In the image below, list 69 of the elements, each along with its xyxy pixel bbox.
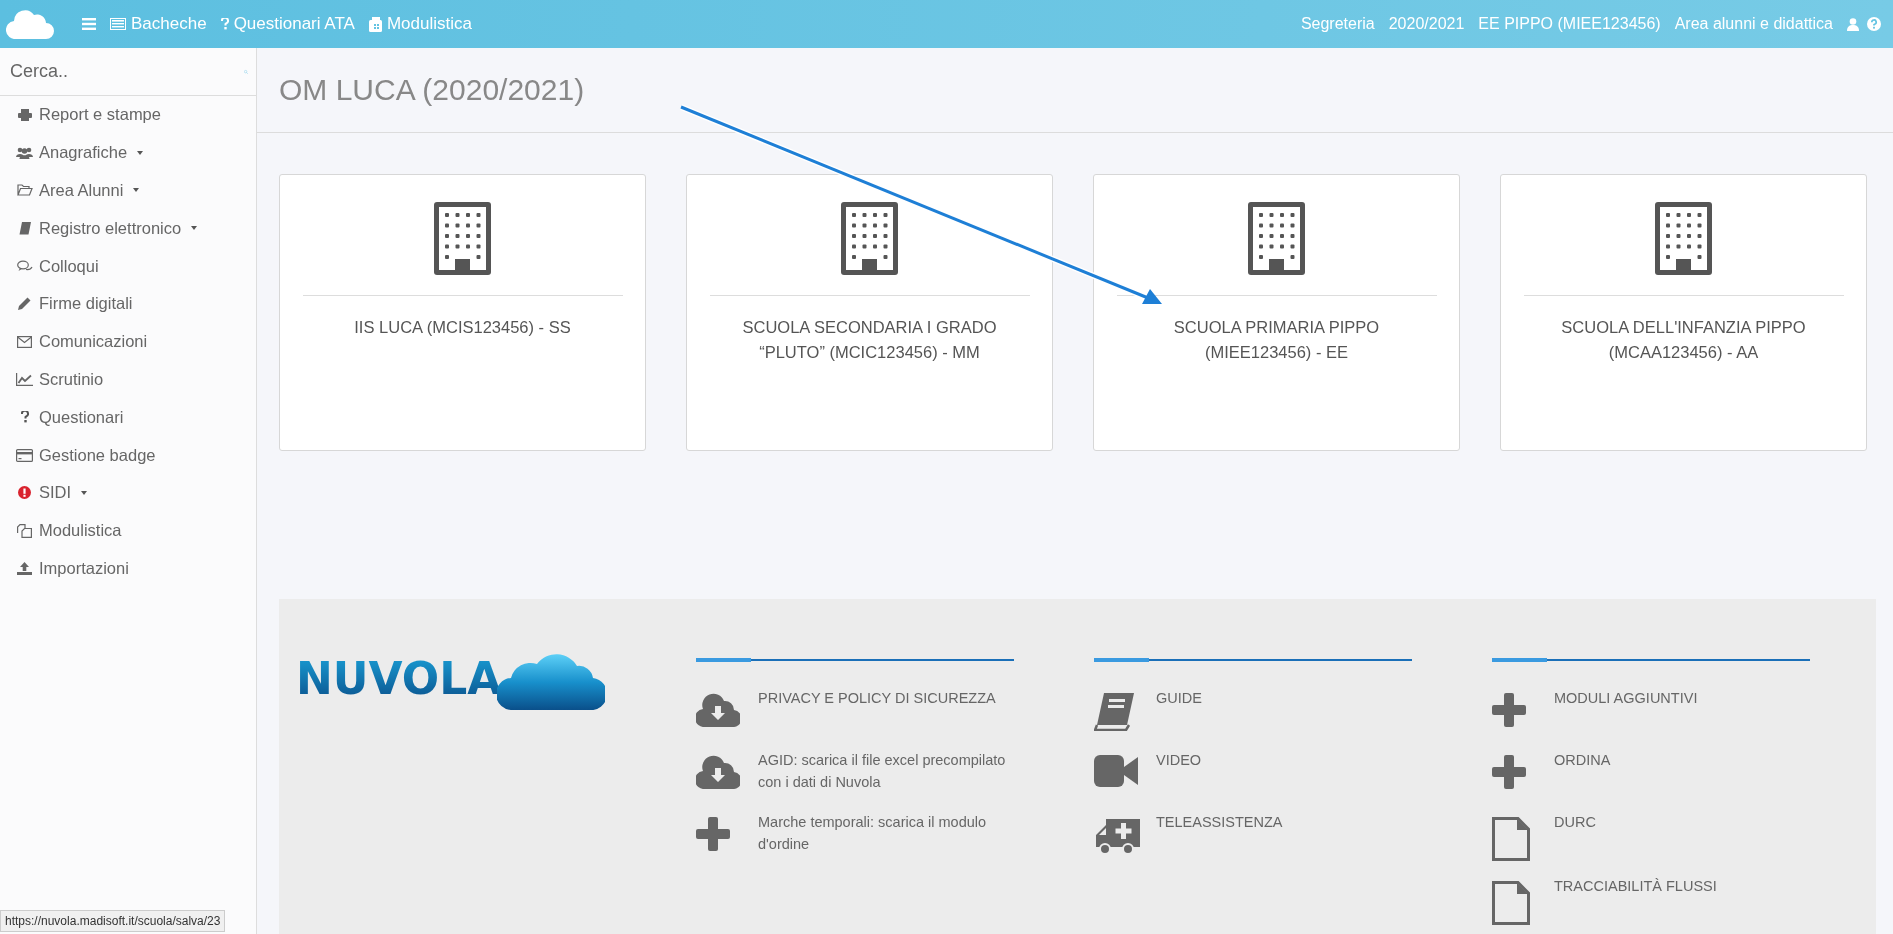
building-icon: [434, 202, 491, 275]
school-card[interactable]: SCUOLA SECONDARIA I GRADO “PLUTO” (MCIC123456) - MM: [686, 174, 1053, 451]
footer-link[interactable]: MODULI AGGIUNTIVI: [1492, 687, 1810, 735]
caret-icon: [137, 150, 144, 155]
school-name: SCUOLA PRIMARIA PIPPO (MIEE123456) - EE: [1172, 317, 1381, 363]
cloud-download-icon: [696, 693, 740, 727]
sidebar-item[interactable]: Anagrafiche: [0, 133, 256, 172]
caret-icon: [191, 226, 198, 231]
sidebar-item[interactable]: SIDI: [0, 473, 256, 512]
envelope-icon: [17, 335, 32, 348]
page-title: OM LUCA (2020/2021): [279, 73, 585, 107]
school-card[interactable]: SCUOLA DELL'INFANZIA PIPPO (MCAA123456) - AA: [1500, 174, 1867, 451]
sidebar-item[interactable]: Colloqui: [0, 247, 256, 285]
plus-icon: [696, 817, 730, 851]
footer-link[interactable]: TRACCIABILITÀ FLUSSI: [1492, 875, 1810, 925]
school-card[interactable]: SCUOLA PRIMARIA PIPPO (MIEE123456) - EE: [1093, 174, 1460, 451]
sidebar-item[interactable]: Registro elettronico: [0, 209, 256, 248]
search-field[interactable]: Cerca..: [8, 60, 244, 83]
alert-icon: [18, 486, 31, 500]
caret-icon: [133, 188, 140, 193]
sidebar-item[interactable]: Firme digitali: [0, 285, 256, 323]
user-icon[interactable]: [1847, 17, 1859, 31]
help-icon[interactable]: [1867, 17, 1881, 31]
sidebar-item[interactable]: Modulistica: [0, 511, 256, 550]
school-name: SCUOLA SECONDARIA I GRADO “PLUTO” (MCIC123456) - MM: [741, 317, 998, 363]
footer-link[interactable]: Marche temporali: scarica il modulo d'ordine: [696, 811, 1014, 859]
school-name: IIS LUCA (MCIS123456) - SS: [353, 317, 572, 338]
footer-link[interactable]: PRIVACY E POLICY DI SICUREZZA: [696, 687, 1014, 735]
sidebar-item[interactable]: Importazioni: [0, 549, 256, 588]
plus-icon: [1492, 755, 1526, 789]
cloud-logo-icon[interactable]: [6, 9, 54, 39]
footer-link[interactable]: ORDINA: [1492, 749, 1810, 797]
cloud-download-icon: [696, 755, 740, 789]
sidebar-item[interactable]: Comunicazioni: [0, 322, 256, 361]
building-icon: [1248, 202, 1305, 275]
sidebar-item[interactable]: Questionari: [0, 398, 256, 437]
file-icon: [1492, 817, 1530, 861]
credit-card-icon: [16, 448, 33, 462]
school-name: SCUOLA DELL'INFANZIA PIPPO (MCAA123456) - AA: [1560, 317, 1807, 363]
status-url: https://nuvola.madisoft.it/scuola/salva/23: [0, 910, 226, 932]
footer-link[interactable]: DURC: [1492, 811, 1810, 861]
folder-icon: [16, 184, 33, 197]
caret-icon: [81, 490, 88, 495]
sidebar-item[interactable]: Scrutinio: [0, 360, 256, 399]
table-icon: [110, 18, 126, 30]
chat-icon: [16, 260, 33, 273]
upload-icon: [17, 561, 32, 575]
video-camera-icon: [1094, 755, 1138, 787]
copy-icon: [17, 523, 32, 538]
building-icon: [1655, 202, 1712, 275]
footer-link[interactable]: AGID: scarica il file excel precompilato con i dati di Nuvola: [696, 749, 1014, 797]
footer-link[interactable]: TELEASSISTENZA: [1094, 811, 1412, 859]
question-icon: [220, 18, 229, 30]
sidebar-item[interactable]: Gestione badge: [0, 436, 256, 474]
footer-link[interactable]: GUIDE: [1094, 687, 1412, 735]
building-icon: [841, 202, 898, 275]
line-chart-icon: [16, 372, 33, 386]
question-icon: [20, 411, 29, 424]
school-card[interactable]: IIS LUCA (MCIS123456) - SS: [279, 174, 646, 451]
document-icon: [368, 16, 382, 32]
plus-icon: [1492, 693, 1526, 727]
footer-link[interactable]: VIDEO: [1094, 749, 1412, 797]
pencil-icon: [18, 297, 31, 311]
users-icon: [16, 146, 33, 159]
ambulance-icon: [1094, 817, 1140, 855]
sidebar-item[interactable]: Report e stampe: [0, 96, 256, 134]
menu-icon[interactable]: [82, 18, 96, 30]
sidebar-item[interactable]: Area Alunni: [0, 171, 256, 210]
file-icon: [1492, 881, 1530, 925]
